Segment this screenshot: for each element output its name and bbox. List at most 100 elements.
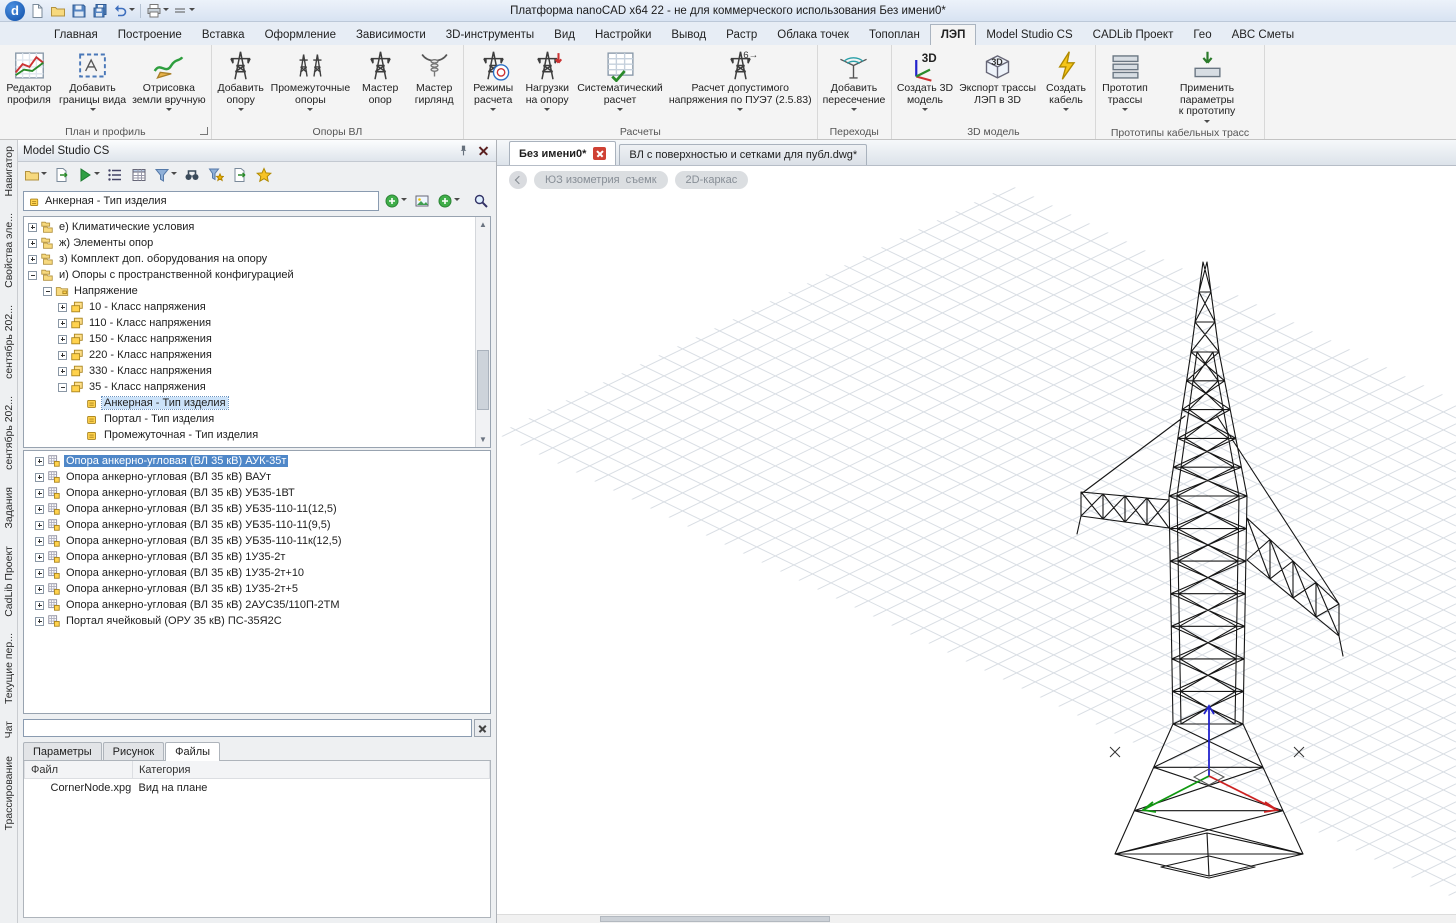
dock-tab[interactable]: сентябрь 202... <box>3 305 15 379</box>
ribbon-tab[interactable]: Зависимости <box>346 25 436 45</box>
calc-modes-button[interactable]: Режимы расчета <box>466 46 520 124</box>
tree-scrollbar[interactable]: ▲ ▼ <box>475 217 490 447</box>
column-header[interactable]: Файл <box>25 761 133 779</box>
systematic-calc-button[interactable]: Систематический расчет <box>574 46 666 124</box>
tree-item[interactable]: 220 - Класс напряжения <box>26 347 474 363</box>
drawing-canvas[interactable] <box>497 166 1456 914</box>
view-mode-button[interactable]: ЮЗ изометрия съемк <box>534 171 668 189</box>
expander-icon[interactable] <box>58 383 67 392</box>
list-item[interactable]: Портал ячейковый (ОРУ 35 кВ) ПС-35Я2С <box>26 613 488 629</box>
expander-icon[interactable] <box>58 367 67 376</box>
filter-button[interactable] <box>152 164 179 186</box>
ribbon-tab[interactable]: Вид <box>544 25 585 45</box>
tree-item[interactable]: Портал - Тип изделия <box>26 411 474 427</box>
panel-tab[interactable]: Параметры <box>23 742 102 760</box>
ribbon-tab[interactable]: Главная <box>44 25 108 45</box>
ribbon-tab[interactable]: Гео <box>1183 25 1221 45</box>
table-view-button[interactable] <box>128 164 150 186</box>
ribbon-tab[interactable]: Топоплан <box>859 25 930 45</box>
expander-icon[interactable] <box>35 521 44 530</box>
ribbon-tab[interactable]: Построение <box>108 25 192 45</box>
ribbon-tab[interactable]: Вывод <box>661 25 716 45</box>
create-3d-model-button[interactable]: Создать 3D модель <box>894 46 956 124</box>
list-item[interactable]: Опора анкерно-угловая (ВЛ 35 кВ) УБ35-1В… <box>26 485 488 501</box>
draw-ground-button[interactable]: Отрисовка земли вручную <box>129 46 209 124</box>
list-item[interactable]: Опора анкерно-угловая (ВЛ 35 кВ) 1У35-2т… <box>26 581 488 597</box>
expander-icon[interactable] <box>35 585 44 594</box>
tree-item[interactable]: Анкерная - Тип изделия <box>26 395 474 411</box>
ribbon-tab[interactable]: Вставка <box>192 25 255 45</box>
dialog-launcher-icon[interactable] <box>200 127 208 135</box>
clear-filter-button[interactable] <box>474 719 491 737</box>
ribbon-tab[interactable]: Model Studio CS <box>976 25 1082 45</box>
open-button[interactable] <box>48 1 68 20</box>
horizontal-scrollbar[interactable] <box>497 914 1456 923</box>
list-item[interactable]: Опора анкерно-угловая (ВЛ 35 кВ) 1У35-2т <box>26 549 488 565</box>
dock-tab[interactable]: Свойства эле... <box>3 213 15 288</box>
expander-icon[interactable] <box>35 457 44 466</box>
ribbon-tab[interactable]: Оформление <box>255 25 346 45</box>
app-logo[interactable]: d <box>5 1 25 21</box>
list-item[interactable]: Опора анкерно-угловая (ВЛ 35 кВ) УБ35-11… <box>26 517 488 533</box>
expander-icon[interactable] <box>28 239 37 248</box>
tree-item[interactable]: 330 - Класс напряжения <box>26 363 474 379</box>
ribbon-tab[interactable]: CADLib Проект <box>1083 25 1184 45</box>
dock-tab[interactable]: Задания <box>3 487 15 529</box>
scrollbar-thumb[interactable] <box>477 350 489 410</box>
tree-item[interactable]: и) Опоры с пространственной конфигурацие… <box>26 267 474 283</box>
tree-item[interactable]: 35 - Класс напряжения <box>26 379 474 395</box>
ribbon-tab[interactable]: ABC Сметы <box>1222 25 1305 45</box>
add-crossing-button[interactable]: Добавить пересечение <box>820 46 889 124</box>
import-export-button[interactable] <box>229 164 251 186</box>
ribbon-tab[interactable]: Растр <box>716 25 767 45</box>
save-button[interactable] <box>69 1 89 20</box>
filter-favorites-button[interactable] <box>205 164 227 186</box>
tower-wizard-button[interactable]: Мастер опор <box>353 46 407 124</box>
insert-from-base-button[interactable] <box>435 190 462 212</box>
tree-item[interactable]: з) Комплект доп. оборудования на опору <box>26 251 474 267</box>
export-line-3d-button[interactable]: Экспорт трассы ЛЭП в 3D <box>956 46 1039 124</box>
dock-tab[interactable]: Чат <box>3 721 15 738</box>
preview-button[interactable] <box>412 190 432 212</box>
tree-item[interactable]: 10 - Класс напряжения <box>26 299 474 315</box>
favorites-button[interactable] <box>253 164 275 186</box>
tree-item[interactable]: Промежуточная - Тип изделия <box>26 427 474 443</box>
list-item[interactable]: Опора анкерно-угловая (ВЛ 35 кВ) 2АУС35/… <box>26 597 488 613</box>
undo-button[interactable] <box>111 1 136 20</box>
expander-icon[interactable] <box>43 287 52 296</box>
expander-icon[interactable] <box>35 505 44 514</box>
view-mode-button[interactable]: 2D-каркас <box>675 171 749 189</box>
expander-icon[interactable] <box>35 601 44 610</box>
expander-icon[interactable] <box>35 553 44 562</box>
expander-icon[interactable] <box>35 489 44 498</box>
expander-icon[interactable] <box>35 473 44 482</box>
dock-tab[interactable]: CadLib Проект <box>3 546 15 617</box>
save-all-button[interactable] <box>90 1 110 20</box>
allowable-voltage-calc-button[interactable]: Расчет допустимого напряжения по ПУЭ7 (2… <box>666 46 815 124</box>
inspect-button[interactable] <box>471 190 491 212</box>
run-button[interactable] <box>75 164 102 186</box>
profile-editor-button[interactable]: Редактор профиля <box>2 46 56 124</box>
close-panel-button[interactable] <box>475 143 491 159</box>
intermediate-towers-button[interactable]: Промежуточные опоры <box>268 46 354 124</box>
panel-tab[interactable]: Рисунок <box>103 742 165 760</box>
new-document-button[interactable] <box>27 1 47 20</box>
ribbon-tab[interactable]: Облака точек <box>767 25 859 45</box>
list-item[interactable]: Опора анкерно-угловая (ВЛ 35 кВ) ВАУт <box>26 469 488 485</box>
panel-tab[interactable]: Файлы <box>165 742 220 761</box>
expander-icon[interactable] <box>58 319 67 328</box>
tree-item[interactable]: 150 - Класс напряжения <box>26 331 474 347</box>
list-item[interactable]: Опора анкерно-угловая (ВЛ 35 кВ) УБ35-11… <box>26 501 488 517</box>
dock-tab[interactable]: Навигатор <box>3 146 15 196</box>
table-row[interactable]: CornerNode.xpgВид на плане <box>25 779 490 798</box>
expander-icon[interactable] <box>35 617 44 626</box>
expander-icon[interactable] <box>28 223 37 232</box>
expander-icon[interactable] <box>58 351 67 360</box>
ribbon-tab[interactable]: Настройки <box>585 25 661 45</box>
ribbon-tab[interactable]: 3D-инструменты <box>436 25 544 45</box>
expander-icon[interactable] <box>58 335 67 344</box>
create-cable-button[interactable]: Создать кабель <box>1039 46 1093 124</box>
tree-item[interactable]: 110 - Класс напряжения <box>26 315 474 331</box>
add-tower-button[interactable]: Добавить опору <box>214 46 268 124</box>
tree-item[interactable]: е) Климатические условия <box>26 219 474 235</box>
